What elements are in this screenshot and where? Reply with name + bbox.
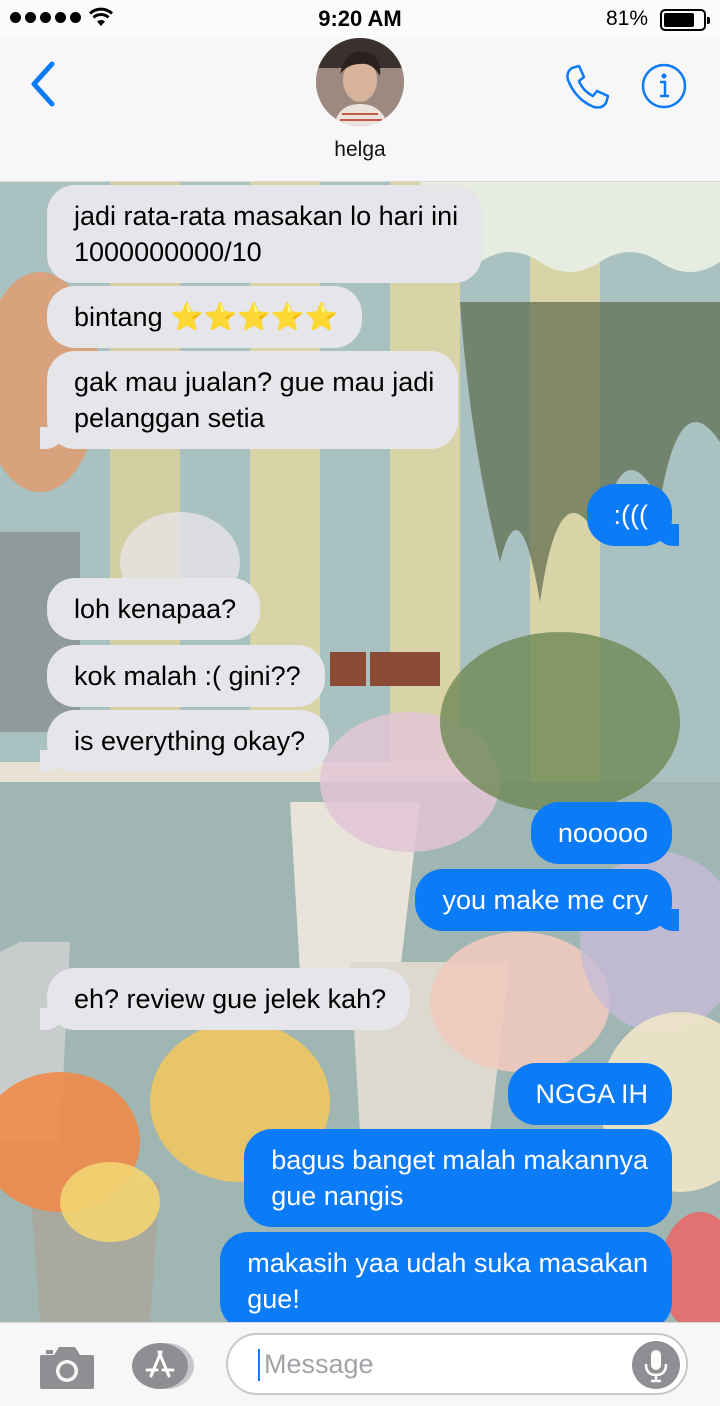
message-bubble-outgoing[interactable]: NGGA IH	[508, 1063, 672, 1125]
message-text: gak mau jualan? gue mau jadi	[74, 367, 435, 397]
back-button[interactable]	[24, 60, 64, 108]
message-bubble-outgoing[interactable]: makasih yaa udah suka masakan gue!	[220, 1232, 672, 1322]
text-caret	[258, 1349, 260, 1381]
message-bubble-incoming[interactable]: loh kenapaa?	[47, 578, 261, 640]
phone-icon	[566, 64, 610, 109]
message-bubble-outgoing[interactable]: bagus banget malah makannya gue nangis	[244, 1129, 672, 1227]
call-button[interactable]	[562, 62, 612, 112]
message-bubble-incoming[interactable]: is everything okay?	[39, 710, 330, 772]
apps-button[interactable]	[130, 1341, 196, 1391]
message-text: NGGA IH	[535, 1079, 648, 1109]
compose-bar: Message	[0, 1322, 720, 1406]
microphone-icon	[644, 1350, 668, 1383]
battery-icon	[660, 9, 710, 31]
message-input[interactable]: Message	[226, 1333, 688, 1395]
message-bubble-incoming[interactable]: kok malah :( gini??	[47, 645, 325, 707]
message-bubble-incoming[interactable]: jadi rata-rata masakan lo hari ini 10000…	[47, 185, 483, 283]
message-bubble-outgoing[interactable]: you make me cry	[415, 869, 679, 931]
camera-icon	[40, 1347, 94, 1389]
mic-button[interactable]	[632, 1341, 680, 1389]
message-text: you make me cry	[442, 885, 648, 915]
message-text: kok malah :( gini??	[74, 661, 301, 691]
message-bubble-outgoing[interactable]: nooooo	[530, 802, 672, 864]
message-text: jadi rata-rata masakan lo hari ini	[74, 201, 459, 231]
contact-avatar[interactable]	[316, 38, 404, 126]
message-text: pelanggan setia	[74, 403, 265, 433]
message-bubble-outgoing[interactable]: :(((	[586, 484, 680, 546]
message-text: gue!	[247, 1284, 300, 1314]
message-text: bintang ⭐⭐⭐⭐⭐	[74, 302, 339, 332]
message-thread[interactable]: jadi rata-rata masakan lo hari ini 10000…	[0, 182, 720, 1322]
status-bar: 9:20 AM 81%	[0, 0, 720, 38]
app-store-icon	[132, 1343, 194, 1389]
message-text: eh? review gue jelek kah?	[74, 984, 387, 1014]
chevron-left-icon	[31, 61, 55, 107]
message-bubble-incoming[interactable]: eh? review gue jelek kah?	[39, 968, 411, 1030]
camera-button[interactable]	[38, 1343, 96, 1391]
message-text: gue nangis	[271, 1181, 404, 1211]
message-bubble-incoming[interactable]: gak mau jualan? gue mau jadi pelanggan s…	[39, 351, 459, 449]
info-button[interactable]	[640, 62, 688, 110]
message-text: loh kenapaa?	[74, 594, 237, 624]
battery-percent: 81%	[605, 7, 648, 30]
avatar-photo	[316, 38, 404, 126]
message-bubble-incoming[interactable]: bintang ⭐⭐⭐⭐⭐	[47, 286, 363, 348]
message-text: makasih yaa udah suka masakan	[247, 1248, 648, 1278]
message-text: bagus banget malah makannya	[271, 1145, 648, 1175]
message-text: 1000000000/10	[74, 237, 262, 267]
info-icon	[641, 63, 687, 109]
message-text: is everything okay?	[74, 726, 306, 756]
conversation-header: helga	[0, 38, 720, 182]
contact-name[interactable]: helga	[0, 138, 720, 162]
message-text: nooooo	[557, 818, 648, 848]
message-placeholder: Message	[264, 1349, 374, 1379]
message-text: :(((	[613, 500, 648, 530]
